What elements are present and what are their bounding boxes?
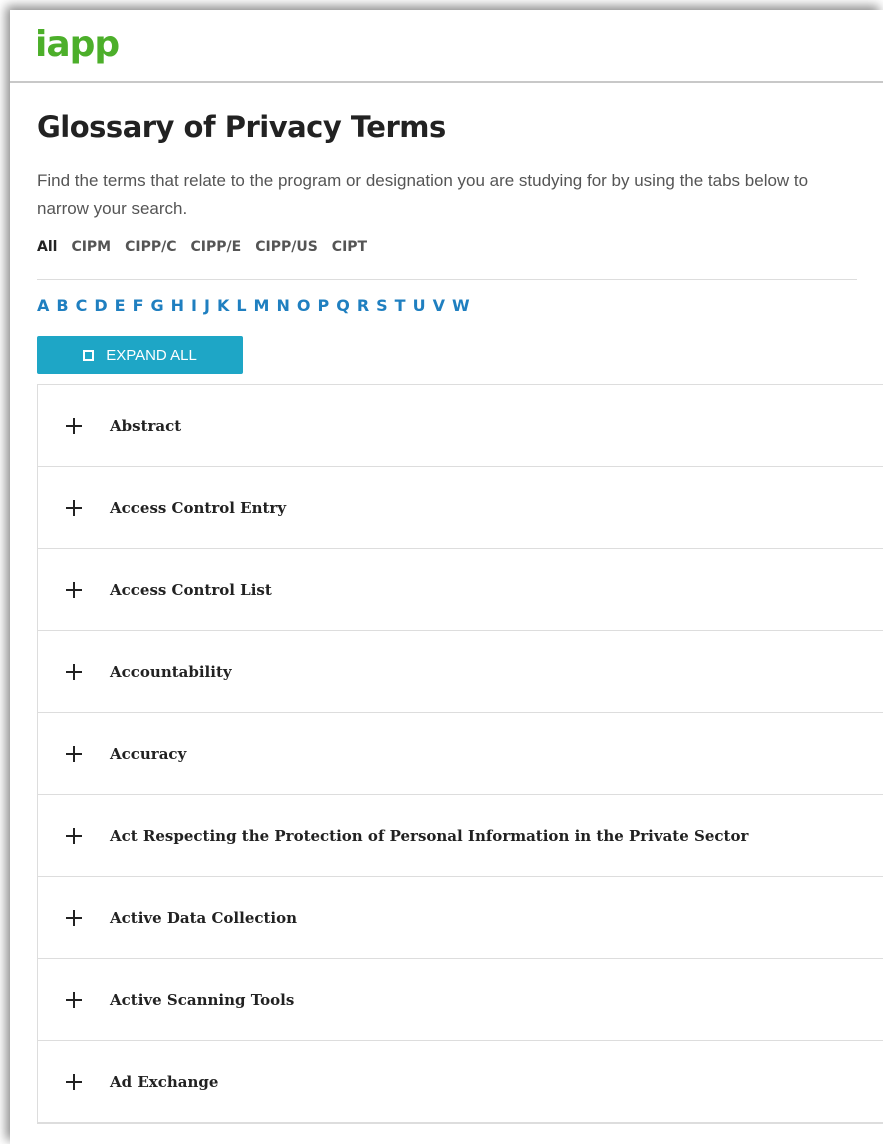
letter-link-u[interactable]: U [413, 296, 426, 315]
tab-cipp-c[interactable]: CIPP/C [125, 239, 176, 261]
plus-icon[interactable] [66, 745, 82, 762]
letter-link-g[interactable]: G [151, 296, 164, 315]
plus-icon[interactable] [66, 581, 82, 598]
divider [37, 279, 857, 280]
plus-icon[interactable] [66, 499, 82, 516]
term-row[interactable]: Ad Exchange [38, 1041, 883, 1123]
tab-cipm[interactable]: CIPM [71, 239, 111, 261]
term-label: Ad Exchange [110, 1072, 219, 1091]
plus-icon[interactable] [66, 909, 82, 926]
iapp-logo[interactable]: iapp [35, 23, 120, 67]
page-title: Glossary of Privacy Terms [37, 110, 446, 144]
expand-all-button[interactable]: EXPAND ALL [37, 336, 243, 374]
letter-link-h[interactable]: H [171, 296, 184, 315]
letter-link-l[interactable]: L [236, 296, 246, 315]
letter-link-p[interactable]: P [317, 296, 329, 315]
tab-all[interactable]: All [37, 239, 57, 261]
alphabet-nav: ABCDEFGHIJKLMNOPQRSTUVW [37, 296, 883, 315]
letter-link-f[interactable]: F [133, 296, 144, 315]
term-label: Act Respecting the Protection of Persona… [110, 826, 749, 845]
plus-icon[interactable] [66, 663, 82, 680]
letter-link-r[interactable]: R [357, 296, 369, 315]
tab-cipt[interactable]: CIPT [332, 239, 367, 261]
term-label: Access Control Entry [110, 498, 287, 517]
letter-link-o[interactable]: O [297, 296, 311, 315]
letter-link-w[interactable]: W [452, 296, 470, 315]
main-content: Glossary of Privacy Terms Find the terms… [10, 109, 883, 1124]
letter-link-c[interactable]: C [76, 296, 88, 315]
letter-link-m[interactable]: M [254, 296, 270, 315]
letter-link-q[interactable]: Q [336, 296, 350, 315]
term-row[interactable]: Access Control List [38, 549, 883, 631]
letter-link-i[interactable]: I [191, 296, 197, 315]
expand-icon [83, 349, 95, 361]
letter-link-n[interactable]: N [276, 296, 289, 315]
term-label: Abstract [110, 416, 182, 435]
term-row[interactable]: Abstract [38, 385, 883, 467]
letter-link-b[interactable]: B [56, 296, 68, 315]
plus-icon[interactable] [66, 417, 82, 434]
plus-icon[interactable] [66, 827, 82, 844]
term-label: Accuracy [110, 744, 187, 763]
letter-link-s[interactable]: S [376, 296, 388, 315]
term-label: Accountability [110, 662, 232, 681]
expand-all-label: EXPAND ALL [106, 346, 197, 364]
plus-icon[interactable] [66, 1073, 82, 1090]
letter-link-d[interactable]: D [94, 296, 107, 315]
tab-cipp-us[interactable]: CIPP/US [255, 239, 318, 261]
term-row[interactable]: Accuracy [38, 713, 883, 795]
term-row[interactable]: Active Scanning Tools [38, 959, 883, 1041]
letter-link-t[interactable]: T [395, 296, 406, 315]
site-header: iapp [10, 10, 883, 83]
term-list: Abstract Access Control Entry Access Contr… [37, 384, 883, 1124]
letter-link-k[interactable]: K [217, 296, 229, 315]
letter-link-e[interactable]: E [115, 296, 126, 315]
term-row[interactable]: Active Data Collection [38, 877, 883, 959]
letter-link-a[interactable]: A [37, 296, 49, 315]
term-row[interactable]: Act Respecting the Protection of Persona… [38, 795, 883, 877]
letter-link-v[interactable]: V [433, 296, 445, 315]
term-label: Active Scanning Tools [110, 990, 295, 1009]
term-row[interactable]: Access Control Entry [38, 467, 883, 549]
plus-icon[interactable] [66, 991, 82, 1008]
page-intro: Find the terms that relate to the progra… [37, 171, 809, 218]
term-row[interactable]: Accountability [38, 631, 883, 713]
designation-tabs: All CIPM CIPP/C CIPP/E CIPP/US CIPT [37, 239, 883, 261]
tab-cipp-e[interactable]: CIPP/E [191, 239, 242, 261]
browser-frame: iapp Glossary of Privacy Terms Find the … [10, 10, 883, 1144]
letter-link-j[interactable]: J [204, 296, 210, 315]
term-label: Active Data Collection [110, 908, 298, 927]
term-label: Access Control List [110, 580, 272, 599]
